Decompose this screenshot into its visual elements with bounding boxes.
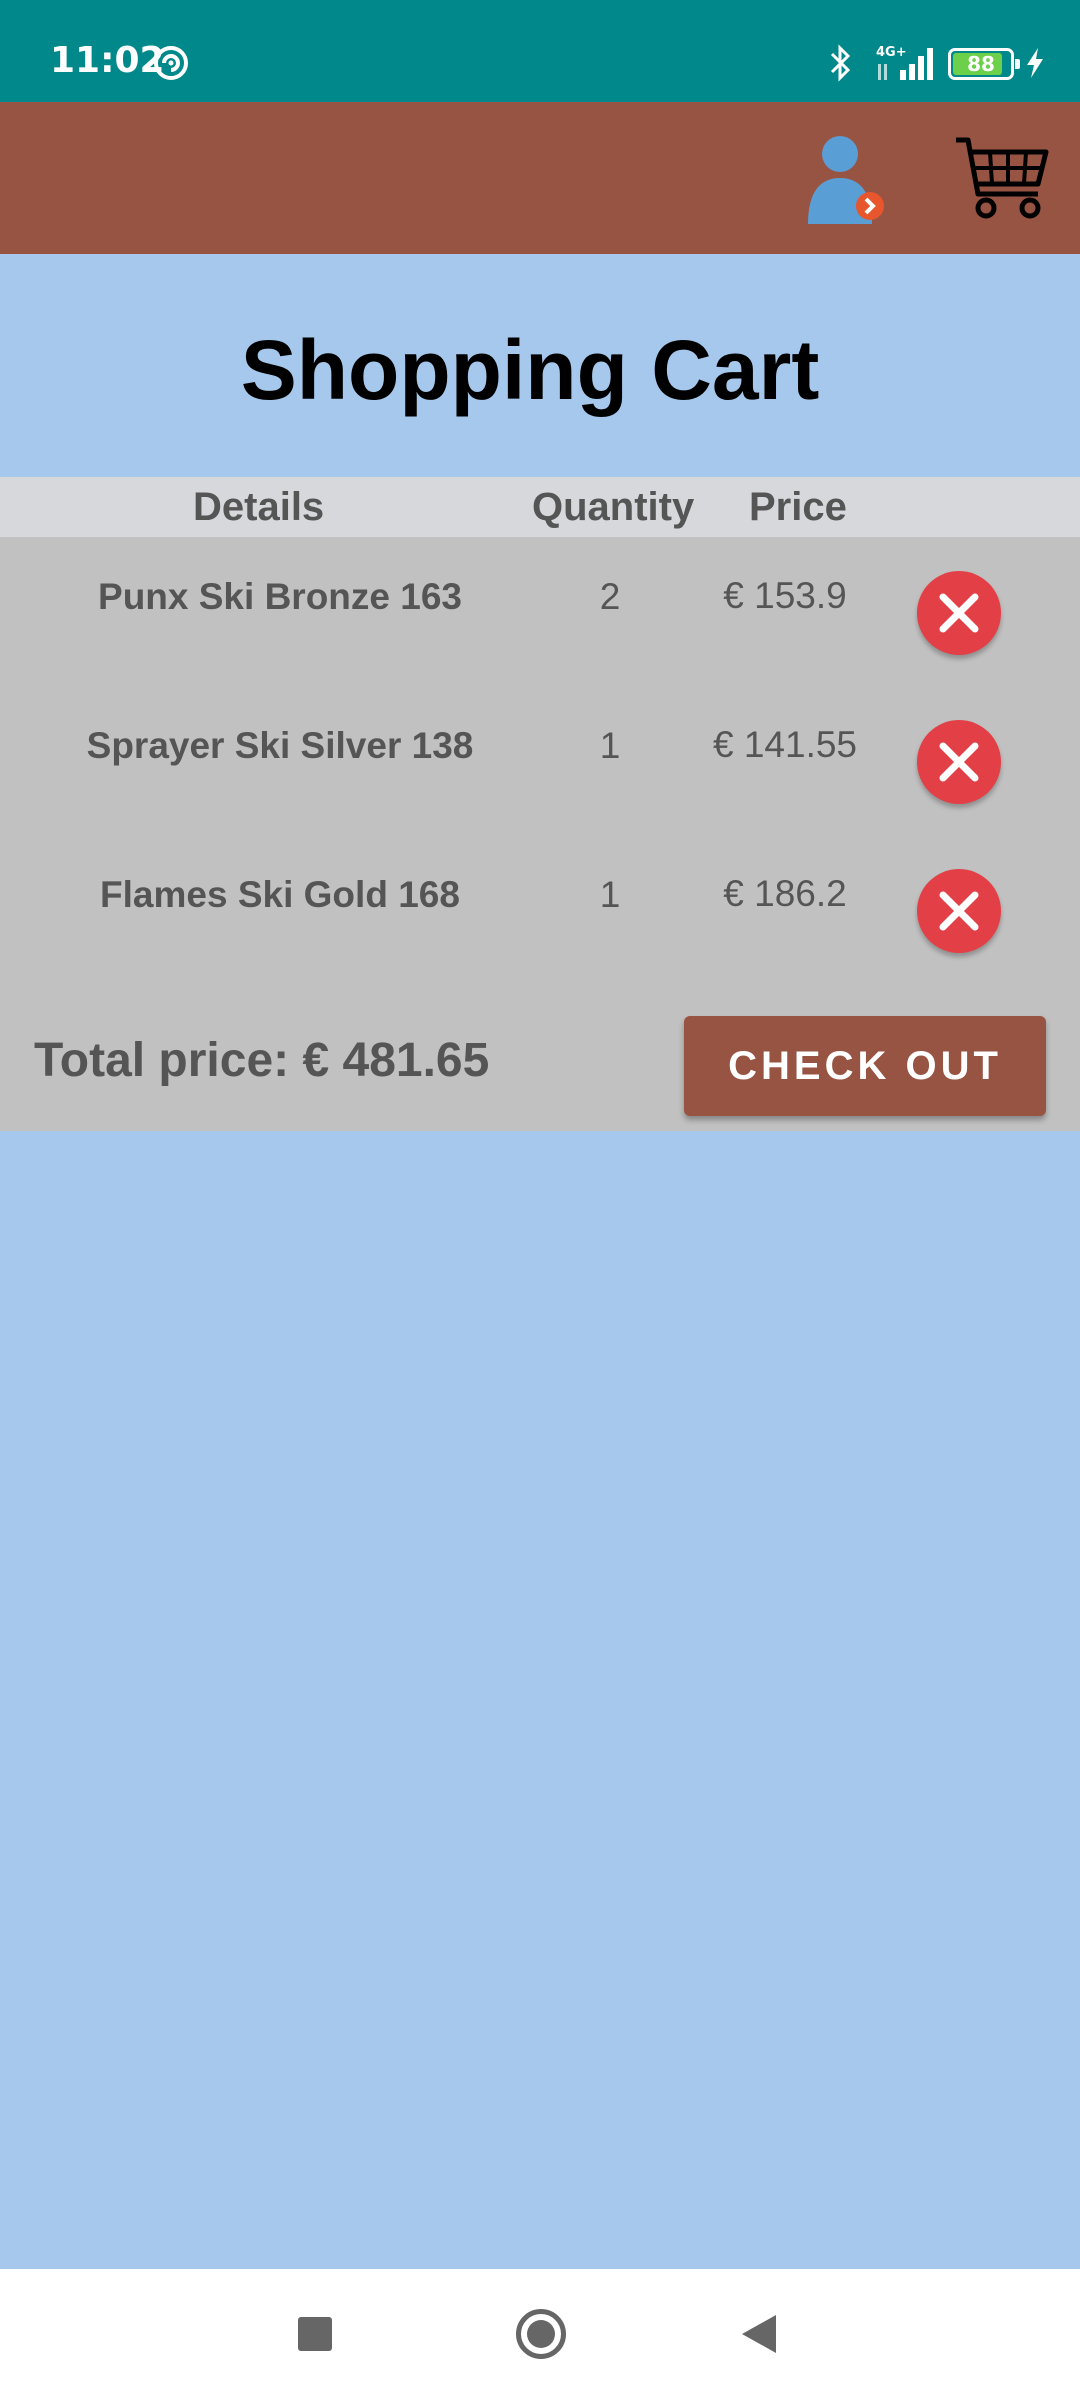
total-price: Total price: € 481.65 [34,1034,490,1087]
account-icon [808,136,884,224]
battery-level: 88 [967,52,995,76]
home-button[interactable] [516,2309,566,2359]
item-price: € 141.55 [712,724,858,765]
recents-button[interactable] [298,2317,332,2351]
status-bar: 11:02 4G+ 88 [0,0,1080,102]
close-icon [939,742,979,782]
table-row: Flames Ski Gold 168 1 € 186.2 [0,835,1080,984]
close-icon [939,891,979,931]
header-price: Price [749,485,847,529]
navigation-bar [0,2269,1080,2400]
item-quantity: 2 [599,576,621,617]
table-row: Punx Ski Bronze 163 2 € 153.9 [0,537,1080,686]
item-name: Punx Ski Bronze 163 [98,576,462,617]
page-title: Shopping Cart [240,323,820,417]
battery-icon: 88 [948,48,1020,80]
bluetooth-icon [830,44,851,82]
header-quantity: Quantity [532,485,695,529]
close-icon [939,593,979,633]
item-name: Flames Ski Gold 168 [100,874,460,915]
item-name: Sprayer Ski Silver 138 [86,725,474,766]
sync-icon [154,46,188,80]
back-button[interactable] [742,2315,776,2353]
charging-icon [1027,48,1043,78]
item-quantity: 1 [599,725,621,766]
header-details: Details [193,485,325,529]
network-type: 4G+ [876,45,907,60]
account-button[interactable] [800,128,892,228]
app-bar [0,102,1080,254]
remove-item-button[interactable] [917,869,1001,953]
shopping-cart-icon [956,137,1049,219]
signal-icon: 4G+ [876,45,933,80]
remove-item-button[interactable] [917,720,1001,804]
table-row: Sprayer Ski Silver 138 1 € 141.55 [0,686,1080,835]
item-quantity: 1 [599,874,621,915]
remove-item-button[interactable] [917,571,1001,655]
table-header: Details Quantity Price [0,477,1080,537]
status-time: 11:02 [50,40,165,81]
item-price: € 186.2 [723,873,847,914]
cart-button[interactable] [954,134,1050,222]
item-price: € 153.9 [723,575,847,616]
checkout-button[interactable]: CHECK OUT [684,1016,1046,1116]
